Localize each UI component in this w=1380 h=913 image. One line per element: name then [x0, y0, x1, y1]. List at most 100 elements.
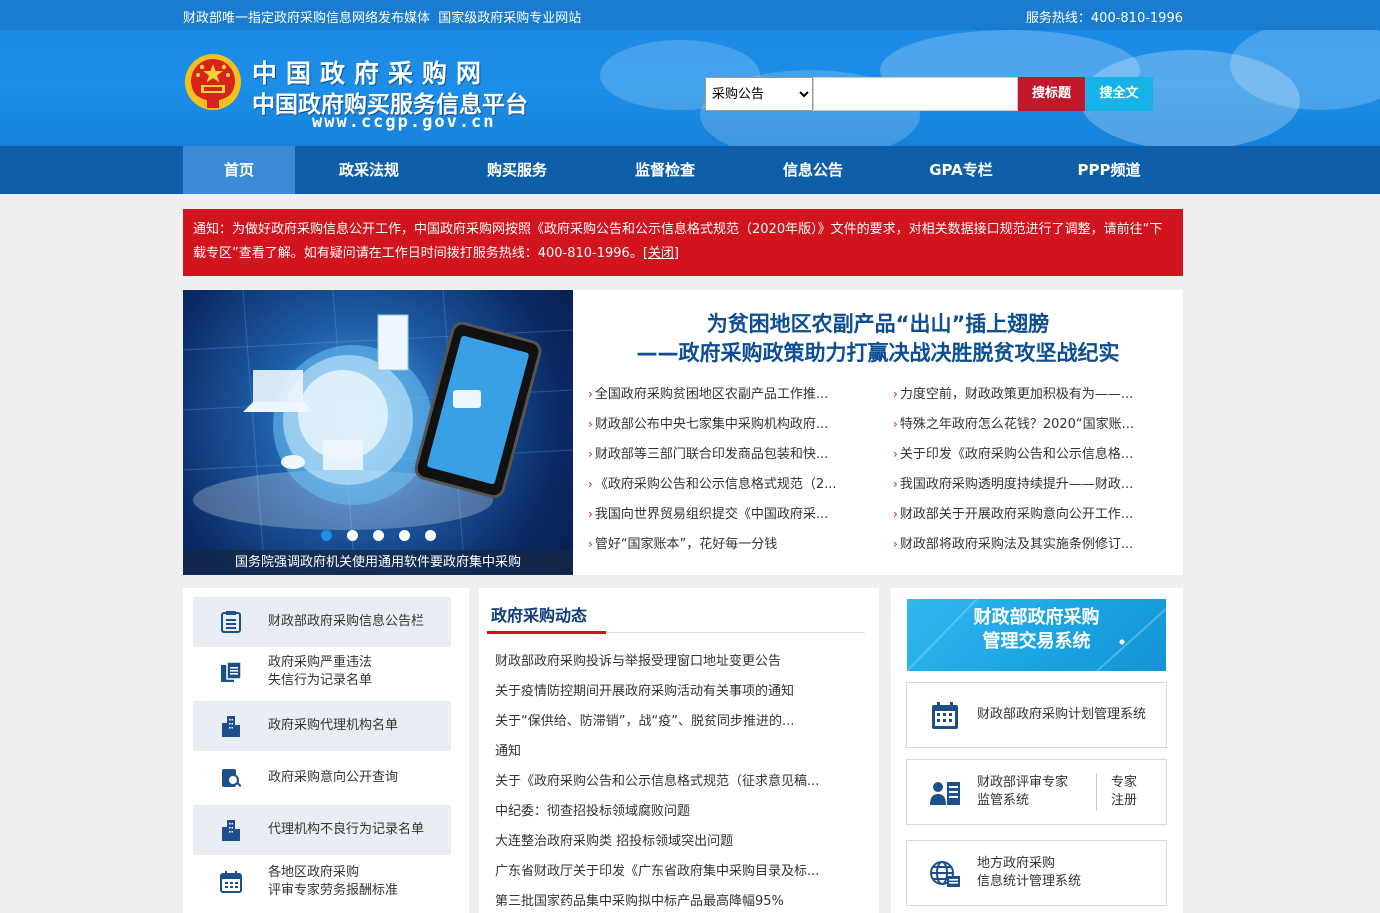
- arrow-icon: ›: [893, 507, 898, 521]
- quick-link-blacklist[interactable]: 政府采购严重违法 失信行为记录名单: [193, 647, 451, 697]
- arrow-icon: ›: [588, 477, 593, 491]
- arrow-icon: ›: [893, 447, 898, 461]
- globe-icon: [930, 861, 960, 887]
- quick-link-label: 代理机构不良行为记录名单: [268, 822, 425, 837]
- slider-dot[interactable]: [425, 530, 436, 541]
- arrow-icon: ›: [588, 507, 593, 521]
- news-item[interactable]: 关于疫情防控期间开展政府采购活动有关事项的通知: [495, 680, 855, 699]
- nav-home[interactable]: 首页: [183, 146, 295, 194]
- top-bar: 财政部唯一指定政府采购信息网络发布媒体 国家级政府采购专业网站 服务热线：400…: [0, 0, 1380, 30]
- trading-system-banner[interactable]: 财政部政府采购 管理交易系统: [907, 599, 1166, 671]
- nav-announcements[interactable]: 信息公告: [757, 146, 869, 194]
- list-item[interactable]: › 财政部等三部门联合印发商品包装和快...: [588, 443, 853, 462]
- arrow-icon: ›: [588, 447, 593, 461]
- news-heading[interactable]: 政府采购动态: [491, 602, 587, 626]
- featured-headline-line1: 为贫困地区农副产品“出山”插上翅膀: [706, 312, 1050, 336]
- list-item[interactable]: › 财政部将政府采购法及其实施条例修订...: [893, 533, 1163, 552]
- heading-underline: [487, 631, 606, 634]
- system-label: 财政部评审专家 监管系统: [977, 775, 1069, 808]
- nav-regulations[interactable]: 政采法规: [313, 146, 425, 194]
- slider-dot[interactable]: [321, 530, 332, 541]
- arrow-icon: ›: [588, 387, 593, 401]
- site-url: www.ccgp.gov.cn: [312, 112, 496, 132]
- banner-line2: 管理交易系统: [982, 631, 1091, 652]
- news-item[interactable]: 关于“保供给、防滞销”，战“疫”、脱贫同步推进的...: [495, 710, 855, 729]
- building-icon: [222, 716, 240, 737]
- header: 中国政府采购网 中国政府购买服务信息平台 www.ccgp.gov.cn 采购公…: [0, 30, 1380, 146]
- slider-dot[interactable]: [347, 530, 358, 541]
- slider-dot[interactable]: [373, 530, 384, 541]
- nav-supervision[interactable]: 监督检查: [609, 146, 721, 194]
- quick-link-expert-fees[interactable]: 各地区政府采购 评审专家劳务报酬标准: [193, 857, 451, 907]
- expert-supervision-system-link[interactable]: 财政部评审专家 监管系统 专家 注册: [906, 759, 1167, 825]
- list-item[interactable]: › 财政部关于开展政府采购意向公开工作...: [893, 503, 1163, 522]
- quick-link-label: 政府采购代理机构名单: [268, 718, 399, 733]
- arrow-icon: ›: [588, 537, 593, 551]
- calendar-icon: [932, 702, 958, 729]
- arrow-icon: ›: [893, 387, 898, 401]
- quick-link-bad-behavior-list[interactable]: 代理机构不良行为记录名单: [193, 805, 451, 855]
- divider: [1096, 773, 1097, 811]
- quick-link-intent-query[interactable]: 政府采购意向公开查询: [193, 753, 451, 803]
- systems-panel: 财政部政府采购 管理交易系统 财政部政府采购计划管理系统 财政部评审专家 监管系…: [891, 588, 1183, 913]
- slider-caption[interactable]: 国务院强调政府机关使用通用软件要政府集中采购: [183, 550, 573, 575]
- list-item[interactable]: › 财政部公布中央七家集中采购机构政府...: [588, 413, 853, 432]
- list-item[interactable]: › 《政府采购公告和公示信息格式规范（2...: [588, 473, 853, 492]
- list-item[interactable]: › 全国政府采购贫困地区农副产品工作推...: [588, 383, 853, 402]
- calendar-icon: [220, 871, 242, 893]
- search-title-button[interactable]: 搜标题: [1018, 77, 1085, 111]
- image-slider[interactable]: 国务院强调政府机关使用通用软件要政府集中采购: [183, 290, 573, 575]
- list-item[interactable]: › 我国向世界贸易组织提交《中国政府采...: [588, 503, 853, 522]
- banner-line1: 财政部政府采购: [973, 607, 1100, 628]
- search-fulltext-button[interactable]: 搜全文: [1085, 77, 1153, 111]
- main-nav: 首页 政采法规 购买服务 监督检查 信息公告 GPA专栏 PPP频道: [0, 146, 1380, 194]
- procurement-news-panel: 政府采购动态 财政部政府采购投诉与举报受理窗口地址变更公告 关于疫情防控期间开展…: [479, 588, 879, 913]
- nav-purchase-services[interactable]: 购买服务: [461, 146, 573, 194]
- system-label: 财政部政府采购计划管理系统: [977, 707, 1147, 722]
- list-item[interactable]: › 力度空前，财政政策更加积极有为——...: [893, 383, 1163, 402]
- list-item[interactable]: › 特殊之年政府怎么花钱？2020“国家账...: [893, 413, 1163, 432]
- list-item[interactable]: › 管好“国家账本”，花好每一分钱: [588, 533, 853, 552]
- arrow-icon: ›: [893, 537, 898, 551]
- notice-banner: 通知：为做好政府采购信息公开工作，中国政府采购网按照《政府采购公告和公示信息格式…: [183, 209, 1183, 276]
- slogan: 财政部唯一指定政府采购信息网络发布媒体 国家级政府采购专业网站: [183, 11, 582, 26]
- quick-link-announcement-board[interactable]: 财政部政府采购信息公告栏: [193, 597, 451, 647]
- news-item[interactable]: 通知: [495, 740, 855, 759]
- system-label: 地方政府采购 信息统计管理系统: [977, 856, 1082, 889]
- arrow-icon: ›: [893, 417, 898, 431]
- quick-link-agency-list[interactable]: 政府采购代理机构名单: [193, 701, 451, 751]
- hotline: 服务热线：400-810-1996: [1025, 11, 1183, 26]
- quick-links-panel: 财政部政府采购信息公告栏 政府采购严重违法 失信行为记录名单 政府采购代理机构名…: [183, 588, 469, 913]
- featured-headline[interactable]: 为贫困地区农副产品“出山”插上翅膀 ——政府采购政策助力打赢决战决胜脱贫攻坚战纪…: [573, 310, 1183, 368]
- featured-section: 国务院强调政府机关使用通用软件要政府集中采购 为贫困地区农副产品“出山”插上翅膀…: [183, 290, 1183, 575]
- arrow-icon: ›: [588, 417, 593, 431]
- arrow-icon: ›: [893, 477, 898, 491]
- expert-icon: [930, 782, 960, 805]
- quick-link-label: 各地区政府采购 评审专家劳务报酬标准: [268, 865, 399, 898]
- news-item[interactable]: 关于《政府采购公告和公示信息格式规范（征求意见稿...: [495, 770, 855, 789]
- slider-dot[interactable]: [399, 530, 410, 541]
- plan-management-system-link[interactable]: 财政部政府采购计划管理系统: [906, 682, 1167, 748]
- list-item[interactable]: › 关于印发《政府采购公告和公示信息格...: [893, 443, 1163, 462]
- search-input[interactable]: [813, 77, 1018, 111]
- quick-link-label: 政府采购严重违法 失信行为记录名单: [268, 655, 373, 688]
- search-category-select[interactable]: 采购公告: [705, 77, 813, 111]
- news-item[interactable]: 财政部政府采购投诉与举报受理窗口地址变更公告: [495, 650, 855, 669]
- notice-close-link[interactable]: [关闭]: [643, 246, 679, 261]
- nav-gpa[interactable]: GPA专栏: [905, 146, 1017, 194]
- news-item[interactable]: 大连整治政府采购类 招投标领域突出问题: [495, 830, 855, 849]
- national-emblem-icon: [185, 54, 241, 110]
- news-item[interactable]: 中纪委：彻查招投标领域腐败问题: [495, 800, 855, 819]
- quick-link-label: 财政部政府采购信息公告栏: [268, 614, 425, 629]
- featured-headline-line2: ——政府采购政策助力打赢决战决胜脱贫攻坚战纪实: [636, 341, 1120, 365]
- news-item[interactable]: 第三批国家药品集中采购拟中标产品最高降幅95%: [495, 890, 855, 909]
- news-item[interactable]: 广东省财政厅关于印发《广东省政府集中采购目录及标...: [495, 860, 855, 879]
- list-icon: [221, 611, 241, 633]
- building-icon: [222, 820, 240, 841]
- nav-ppp[interactable]: PPP频道: [1053, 146, 1165, 194]
- list-item[interactable]: › 我国政府采购透明度持续提升——财政...: [893, 473, 1163, 492]
- local-statistics-system-link[interactable]: 地方政府采购 信息统计管理系统: [906, 840, 1167, 906]
- expert-register-link[interactable]: 专家 注册: [1111, 760, 1137, 824]
- quick-link-label: 政府采购意向公开查询: [268, 770, 399, 785]
- slide-illustration: [183, 290, 573, 550]
